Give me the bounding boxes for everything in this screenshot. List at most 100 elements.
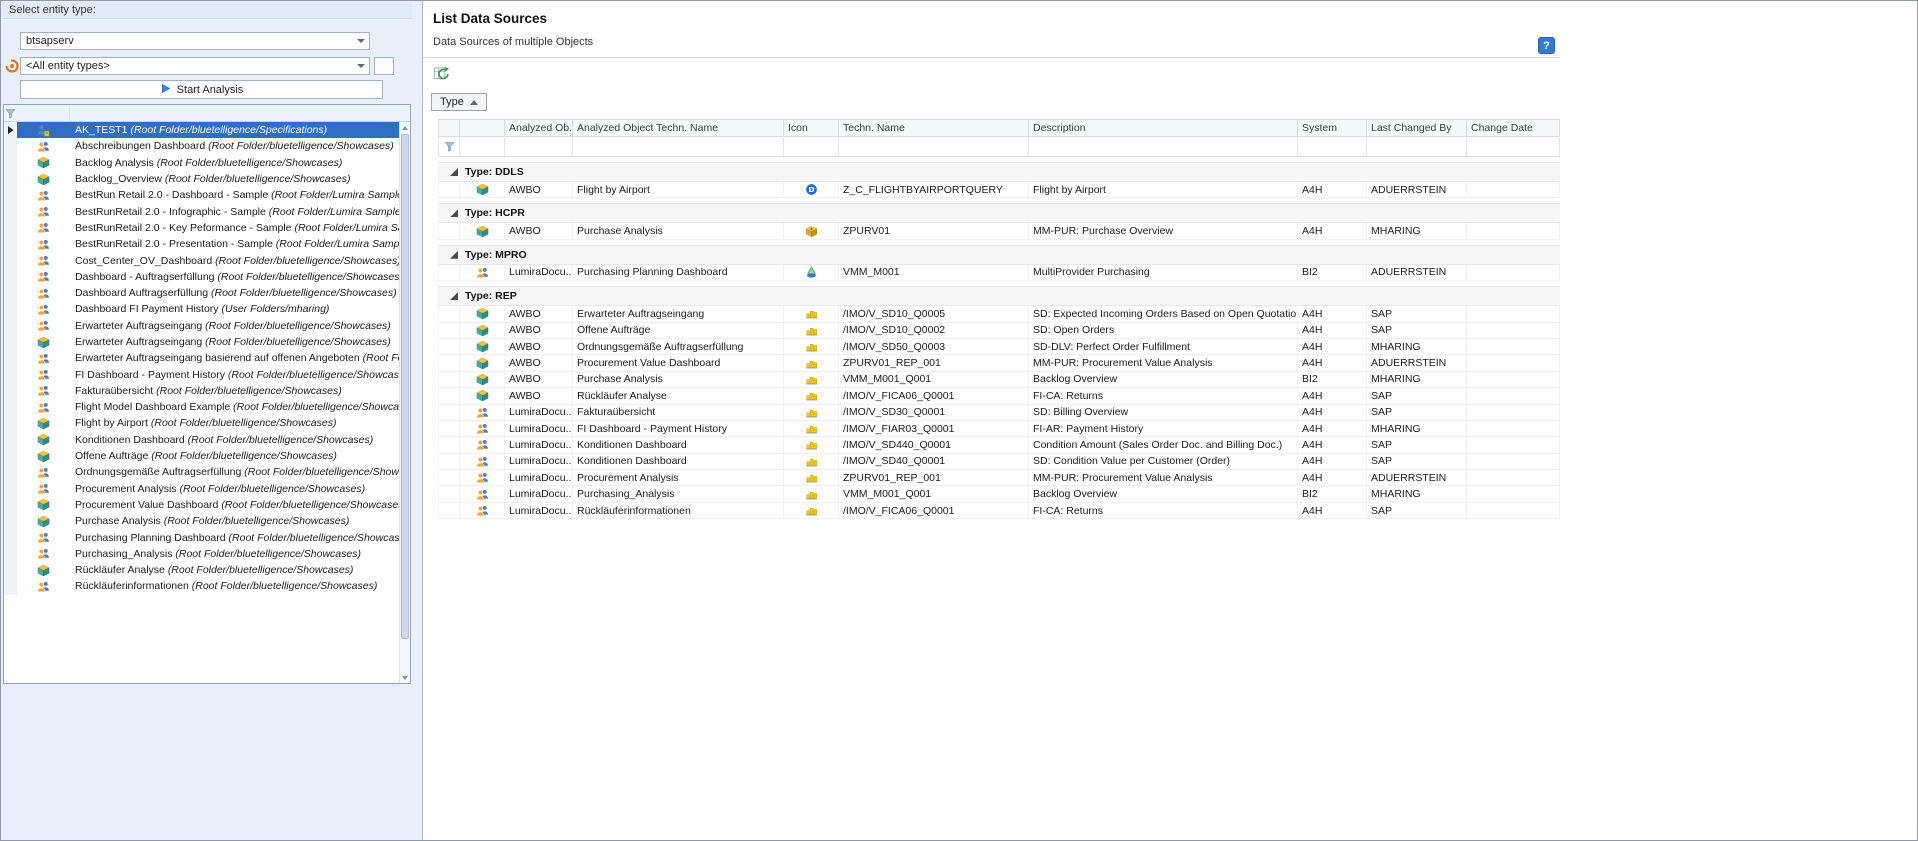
list-item[interactable]: Procurement Analysis (Root Folder/bluete… <box>4 481 399 497</box>
table-row[interactable]: LumiraDocu...Procurement AnalysisZPURV01… <box>438 470 1560 486</box>
filter-cell-analyzed-object-tech-name[interactable] <box>573 137 784 157</box>
list-item[interactable]: AK_TEST1 (Root Folder/bluetelligence/Spe… <box>4 122 399 138</box>
list-item[interactable]: Erwarteter Auftragseingang (Root Folder/… <box>4 318 399 334</box>
column-header-description[interactable]: Description <box>1029 119 1298 137</box>
row-indicator <box>438 421 460 437</box>
group-by-panel: Type <box>431 93 487 113</box>
list-item[interactable]: Purchase Analysis (Root Folder/bluetelli… <box>4 513 399 529</box>
filter-funnel-icon[interactable] <box>438 137 460 157</box>
scroll-up-icon[interactable] <box>400 122 410 133</box>
refresh-list-button[interactable] <box>431 65 451 85</box>
table-row[interactable]: AWBOFlight by AirportDZ_C_FLIGHTBYAIRPOR… <box>438 182 1560 198</box>
expand-collapse-icon[interactable] <box>450 168 458 176</box>
column-header-tech-name[interactable]: Techn. Name <box>839 119 1029 137</box>
list-item[interactable]: Flight Model Dashboard Example (Root Fol… <box>4 399 399 415</box>
panel-splitter[interactable] <box>413 1 422 840</box>
table-row[interactable]: LumiraDocu...FI Dashboard - Payment Hist… <box>438 421 1560 437</box>
list-item[interactable]: BestRunRetail 2.0 - Infographic - Sample… <box>4 203 399 219</box>
group-row[interactable]: Type: DDLS <box>438 162 1560 182</box>
item-path: (Root Folder/bluetelligence/Showcases) <box>205 320 391 332</box>
filter-cell-change-date[interactable] <box>1467 137 1560 157</box>
filter-cell-object-icon[interactable] <box>460 137 505 157</box>
list-item[interactable]: Fakturaübersicht (Root Folder/bluetellig… <box>4 383 399 399</box>
column-header-change-date[interactable]: Change Date <box>1467 119 1560 137</box>
table-row[interactable]: AWBOPurchase AnalysisZPURV01MM-PUR: Purc… <box>438 223 1560 239</box>
group-row[interactable]: Type: REP <box>438 286 1560 306</box>
list-item[interactable]: Dashboard Auftragserfüllung (Root Folder… <box>4 285 399 301</box>
expand-collapse-icon[interactable] <box>450 292 458 300</box>
list-item[interactable]: Ordnungsgemäße Auftragserfüllung (Root F… <box>4 464 399 480</box>
group-row[interactable]: Type: MPRO <box>438 245 1560 265</box>
users-icon <box>460 405 505 421</box>
column-header-object-icon[interactable] <box>460 119 505 137</box>
list-item[interactable]: Procurement Value Dashboard (Root Folder… <box>4 497 399 513</box>
filter-cell-type-icon[interactable] <box>784 137 839 157</box>
group-by-chip-type[interactable]: Type <box>431 93 487 111</box>
list-item[interactable]: Purchasing Planning Dashboard (Root Fold… <box>4 529 399 545</box>
edit-filter-button[interactable] <box>374 57 394 75</box>
list-item[interactable]: Flight by Airport (Root Folder/bluetelli… <box>4 415 399 431</box>
data-sources-table: Analyzed Ob...Analyzed Object Techn. Nam… <box>438 119 1560 519</box>
list-item[interactable]: BestRunRetail 2.0 - Presentation - Sampl… <box>4 236 399 252</box>
table-row[interactable]: LumiraDocu...Purchasing_AnalysisVMM_M001… <box>438 486 1560 502</box>
column-header-analyzed-object-tech-name[interactable]: Analyzed Object Techn. Name <box>573 119 784 137</box>
column-header-analyzed-object[interactable]: Analyzed Ob... <box>505 119 573 137</box>
list-item[interactable]: Cost_Center_OV_Dashboard (Root Folder/bl… <box>4 252 399 268</box>
chevron-down-icon[interactable] <box>353 58 369 74</box>
filter-cell-last-changed-by[interactable] <box>1367 137 1467 157</box>
chevron-down-icon[interactable] <box>353 33 369 49</box>
expand-collapse-icon[interactable] <box>450 209 458 217</box>
scrollbar-track[interactable] <box>399 122 410 683</box>
row-indicator <box>4 366 17 382</box>
list-item[interactable]: Purchasing_Analysis (Root Folder/bluetel… <box>4 546 399 562</box>
table-row[interactable]: LumiraDocu...Konditionen Dashboard/IMO/V… <box>438 437 1560 453</box>
help-button[interactable]: ? <box>1538 37 1555 54</box>
clear-filter-button[interactable] <box>395 57 411 75</box>
list-item[interactable]: Backlog_Overview (Root Folder/bluetellig… <box>4 171 399 187</box>
list-item[interactable]: Erwarteter Auftragseingang (Root Folder/… <box>4 334 399 350</box>
column-header-system[interactable]: System <box>1298 119 1367 137</box>
table-row[interactable]: AWBOPurchase AnalysisVMM_M001_Q001Backlo… <box>438 372 1560 388</box>
filter-cell-description[interactable] <box>1029 137 1298 157</box>
entity-type-select[interactable]: <All entity types> <box>20 57 370 75</box>
column-header-type-icon[interactable]: Icon <box>784 119 839 137</box>
table-row[interactable]: AWBOOrdnungsgemäße Auftragserfüllung/IMO… <box>438 339 1560 355</box>
cell-analyzed-object: LumiraDocu... <box>505 265 573 281</box>
sort-ascending-icon <box>470 100 478 105</box>
table-row[interactable]: LumiraDocu...Purchasing Planning Dashboa… <box>438 265 1560 281</box>
table-row[interactable]: AWBOProcurement Value DashboardZPURV01_R… <box>438 355 1560 371</box>
list-item[interactable]: Rückläuferinformationen (Root Folder/blu… <box>4 578 399 594</box>
scrollbar-thumb[interactable] <box>401 134 409 639</box>
expand-collapse-icon[interactable] <box>450 251 458 259</box>
scroll-down-icon[interactable] <box>400 672 410 683</box>
column-header-last-changed-by[interactable]: Last Changed By <box>1367 119 1467 137</box>
group-row[interactable]: Type: HCPR <box>438 203 1560 223</box>
list-item[interactable]: FI Dashboard - Payment History (Root Fol… <box>4 366 399 382</box>
table-row[interactable]: AWBOOffene Aufträge/IMO/V_SD10_Q0002SD: … <box>438 323 1560 339</box>
filter-cell-system[interactable] <box>1298 137 1367 157</box>
list-item[interactable]: Rückläufer Analyse (Root Folder/bluetell… <box>4 562 399 578</box>
list-item[interactable]: Offene Aufträge (Root Folder/bluetellige… <box>4 448 399 464</box>
filter-funnel-icon[interactable] <box>4 105 17 121</box>
row-indicator <box>4 285 17 301</box>
list-item[interactable]: Abschreibungen Dashboard (Root Folder/bl… <box>4 138 399 154</box>
name-column-header[interactable] <box>70 105 410 121</box>
table-row[interactable]: AWBORückläufer Analyse/IMO/V_FICA06_Q000… <box>438 388 1560 404</box>
table-row[interactable]: LumiraDocu...Fakturaübersicht/IMO/V_SD30… <box>438 405 1560 421</box>
list-item[interactable]: Dashboard - Auftragserfüllung (Root Fold… <box>4 269 399 285</box>
list-item[interactable]: BestRun Retail 2.0 - Dashboard - Sample … <box>4 187 399 203</box>
list-item[interactable]: Backlog Analysis (Root Folder/bluetellig… <box>4 155 399 171</box>
list-item[interactable]: Dashboard FI Payment History (User Folde… <box>4 301 399 317</box>
list-item[interactable]: Erwarteter Auftragseingang basierend auf… <box>4 350 399 366</box>
table-row[interactable]: LumiraDocu...Konditionen Dashboard/IMO/V… <box>438 454 1560 470</box>
start-analysis-button[interactable]: Start Analysis <box>20 80 383 99</box>
list-item[interactable]: BestRunRetail 2.0 - Key Peformance - Sam… <box>4 220 399 236</box>
table-row[interactable]: LumiraDocu...Rückläuferinformationen/IMO… <box>438 503 1560 519</box>
filter-cell-tech-name[interactable] <box>839 137 1029 157</box>
filter-cell-analyzed-object[interactable] <box>505 137 573 157</box>
cell-analyzed-object: LumiraDocu... <box>505 405 573 421</box>
icon-column-header[interactable] <box>17 105 70 121</box>
table-row[interactable]: AWBOErwarteter Auftragseingang/IMO/V_SD1… <box>438 306 1560 322</box>
list-item[interactable]: Konditionen Dashboard (Root Folder/bluet… <box>4 432 399 448</box>
server-select[interactable]: btsapserv <box>20 32 370 50</box>
